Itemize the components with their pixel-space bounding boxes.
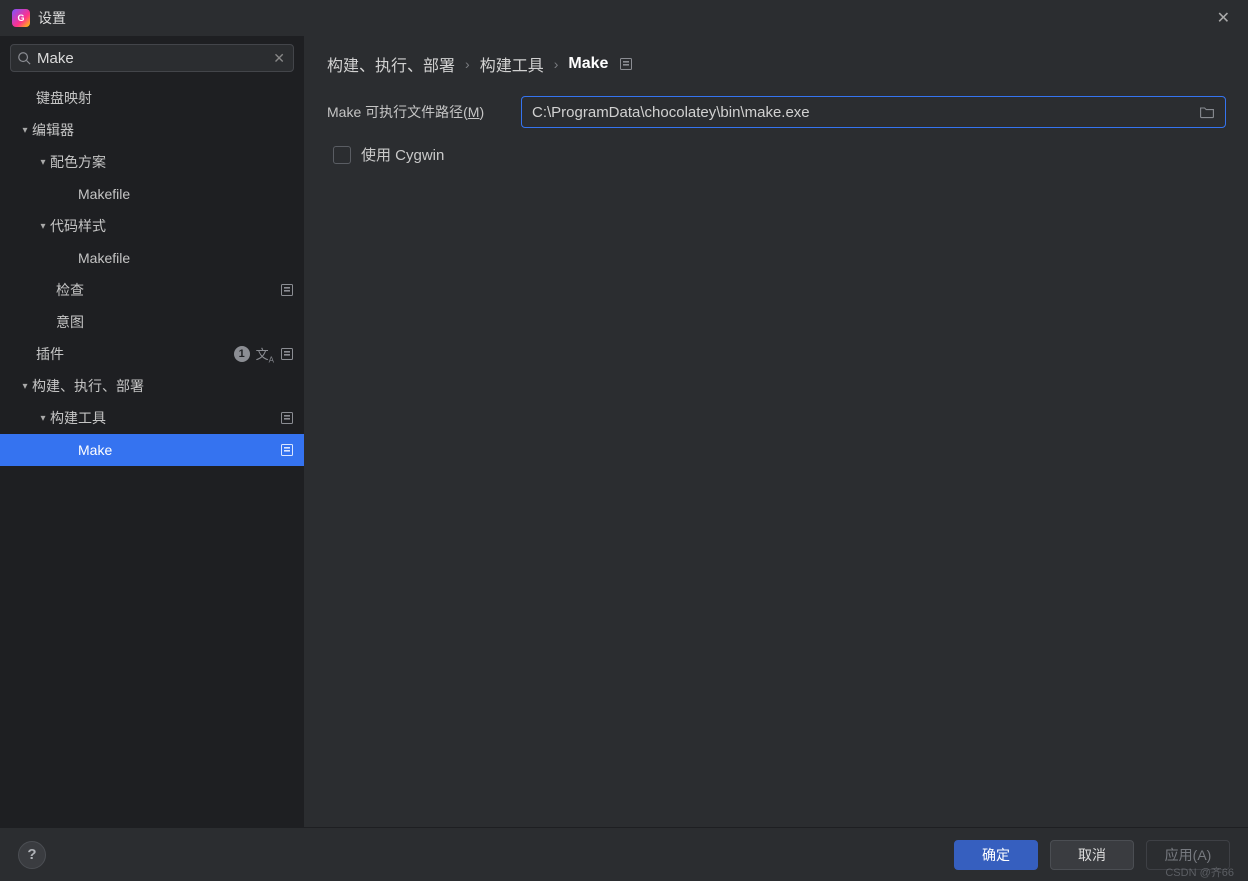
settings-tree: 键盘映射 ▾ 编辑器 ▾ 配色方案 Makefile ▾ 代码样式 Makefi… [0,80,304,468]
make-path-label: Make 可执行文件路径(M) [327,102,521,122]
search-icon [17,51,31,65]
sidebar-item-label: Makefile [78,186,294,202]
chevron-down-icon: ▾ [36,413,50,424]
apply-button[interactable]: 应用(A) [1146,840,1230,870]
sidebar-item-build[interactable]: ▾ 构建、执行、部署 [0,370,304,402]
sidebar-item-make[interactable]: Make [0,434,304,466]
sidebar-item-label: Make [78,442,280,458]
breadcrumb-current: Make [568,55,608,73]
update-count-badge: 1 [234,346,250,362]
sidebar: ✕ 键盘映射 ▾ 编辑器 ▾ 配色方案 Makefile ▾ 代码样式 [0,36,305,827]
sidebar-item-code-style-makefile[interactable]: Makefile [0,242,304,274]
browse-folder-icon[interactable] [1193,103,1221,121]
sidebar-item-label: 编辑器 [32,120,294,140]
sidebar-item-inspections[interactable]: 检查 [0,274,304,306]
project-scope-icon [280,347,294,361]
sidebar-item-label: 键盘映射 [36,88,294,108]
app-icon [12,9,30,27]
breadcrumb: 构建、执行、部署 › 构建工具 › Make [327,36,1226,92]
chevron-down-icon: ▾ [18,125,32,136]
breadcrumb-separator: › [465,56,470,72]
sidebar-item-intentions[interactable]: 意图 [0,306,304,338]
chevron-down-icon: ▾ [36,221,50,232]
breadcrumb-seg[interactable]: 构建工具 [480,52,544,76]
ok-button[interactable]: 确定 [954,840,1038,870]
sidebar-item-label: 配色方案 [50,152,294,172]
content: ✕ 键盘映射 ▾ 编辑器 ▾ 配色方案 Makefile ▾ 代码样式 [0,36,1248,827]
make-path-field[interactable] [521,96,1226,128]
dialog-footer: ? 确定 取消 应用(A) [0,827,1248,881]
search-box[interactable]: ✕ [10,44,294,72]
chevron-down-icon: ▾ [18,381,32,392]
chevron-down-icon: ▾ [36,157,50,168]
breadcrumb-separator: › [554,56,559,72]
sidebar-item-label: 构建、执行、部署 [32,376,294,396]
cancel-button[interactable]: 取消 [1050,840,1134,870]
breadcrumb-seg[interactable]: 构建、执行、部署 [327,52,455,76]
sidebar-item-label: 代码样式 [50,216,294,236]
sidebar-item-keymap[interactable]: 键盘映射 [0,82,304,114]
project-scope-icon [280,283,294,297]
make-path-row: Make 可执行文件路径(M) [327,96,1226,128]
use-cygwin-label: 使用 Cygwin [361,144,444,165]
help-button[interactable]: ? [18,841,46,869]
use-cygwin-checkbox[interactable] [333,146,351,164]
sidebar-item-plugins[interactable]: 插件 1 文A [0,338,304,370]
sidebar-item-label: 构建工具 [50,408,280,428]
sidebar-item-color-scheme[interactable]: ▾ 配色方案 [0,146,304,178]
sidebar-item-label: 意图 [56,312,294,332]
sidebar-item-code-style[interactable]: ▾ 代码样式 [0,210,304,242]
sidebar-item-label: 检查 [56,280,280,300]
make-path-input[interactable] [532,104,1193,121]
sidebar-item-build-tools[interactable]: ▾ 构建工具 [0,402,304,434]
project-scope-icon [280,443,294,457]
sidebar-item-color-scheme-makefile[interactable]: Makefile [0,178,304,210]
project-scope-icon [618,57,634,71]
use-cygwin-row[interactable]: 使用 Cygwin [327,144,1226,165]
language-icon: 文A [256,344,274,365]
project-scope-icon [280,411,294,425]
close-icon[interactable]: ✕ [1209,4,1238,32]
sidebar-item-label: 插件 [36,344,234,364]
sidebar-item-label: Makefile [78,250,294,266]
window-title: 设置 [38,8,66,28]
titlebar: 设置 ✕ [0,0,1248,36]
search-input[interactable] [31,50,271,67]
sidebar-item-editor[interactable]: ▾ 编辑器 [0,114,304,146]
main-panel: 构建、执行、部署 › 构建工具 › Make Make 可执行文件路径(M) 使… [305,36,1248,827]
clear-search-icon[interactable]: ✕ [271,50,287,67]
